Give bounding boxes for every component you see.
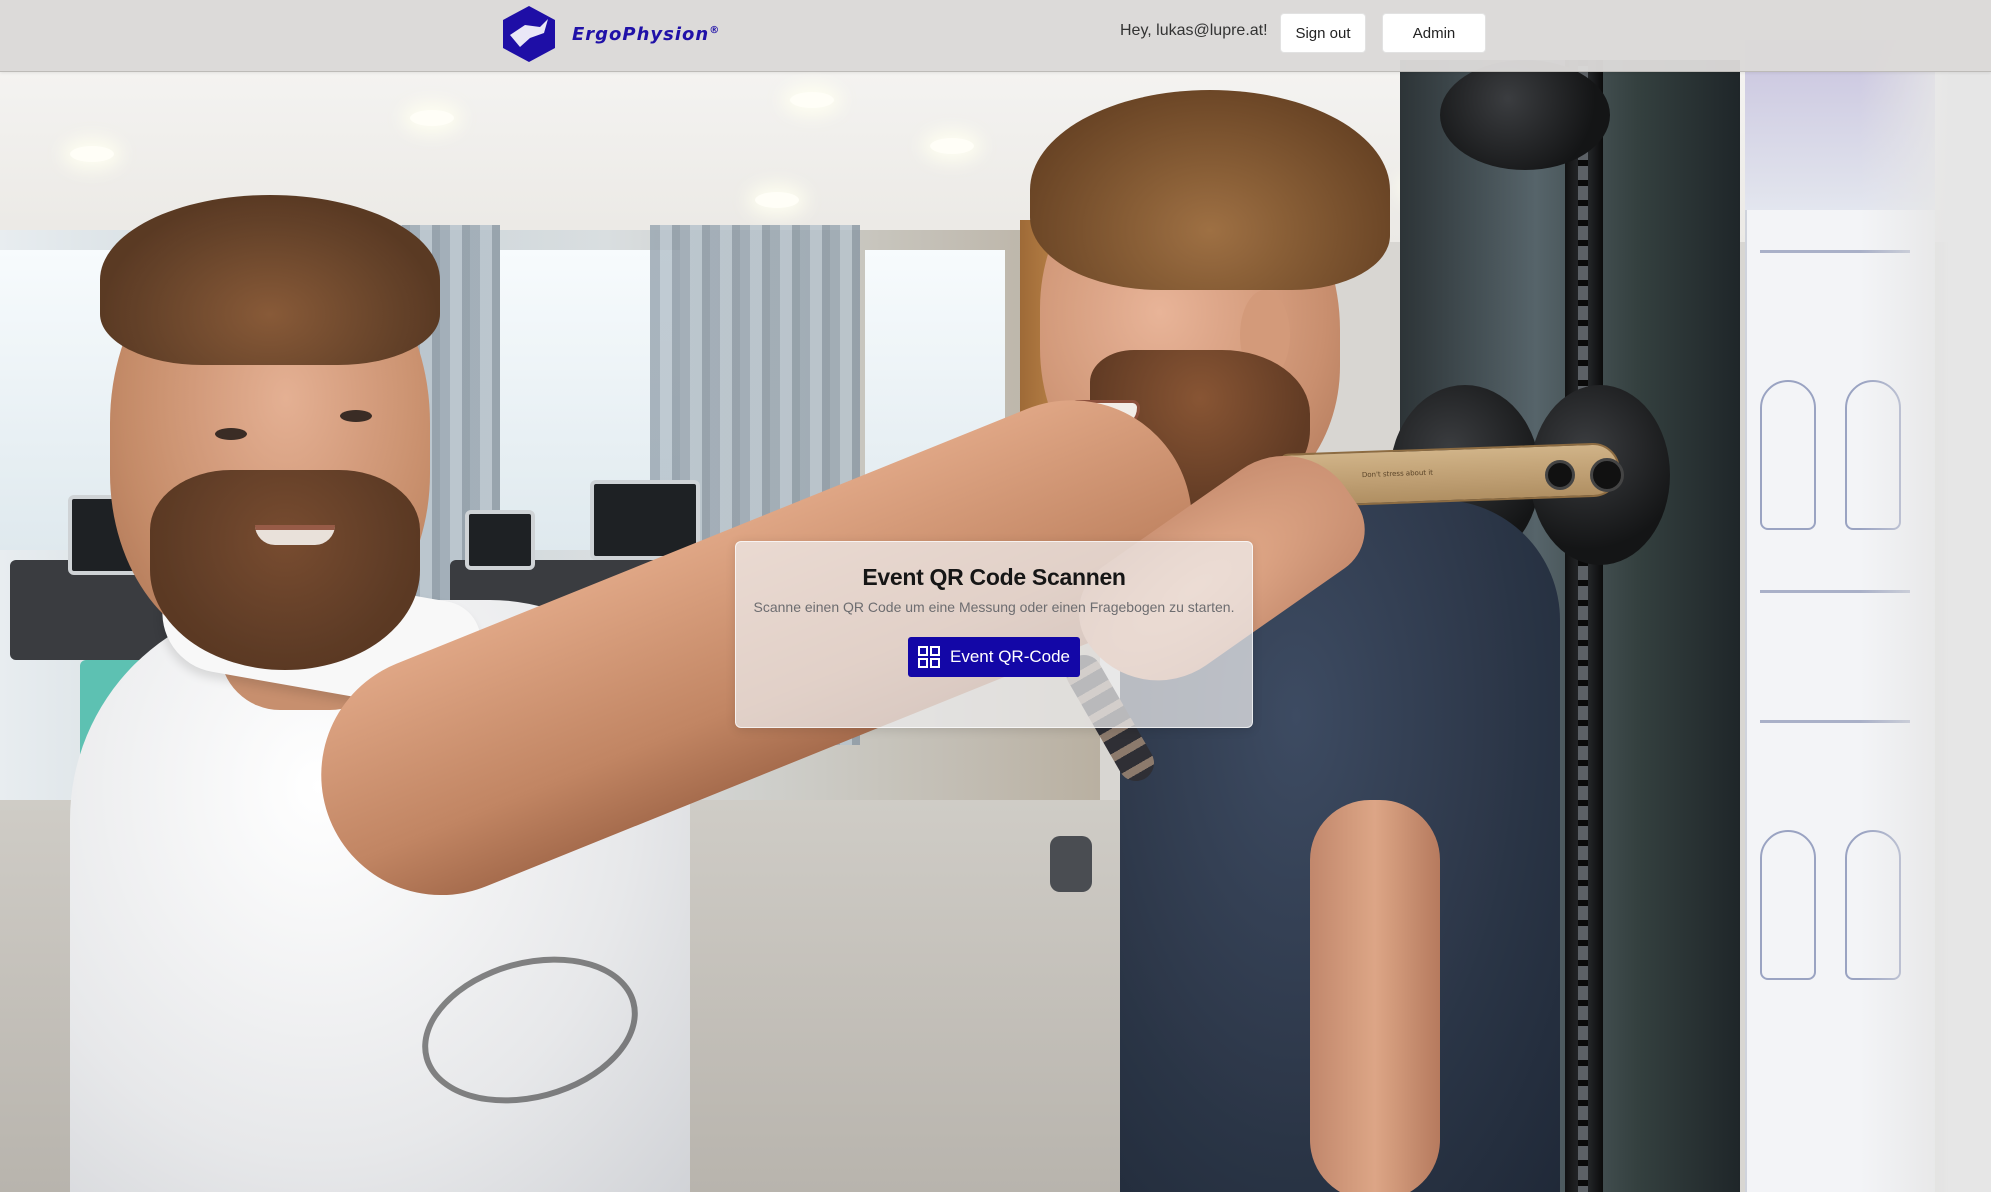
handle-knob [1590,458,1624,492]
handle-engraving: Don't stress about it [1361,468,1434,480]
user-greeting: Hey, lukas@lupre.at! [1120,22,1268,39]
left-person-hair [100,195,440,365]
left-person-beard [150,470,420,670]
event-qr-code-button[interactable]: Event QR-Code [908,637,1080,677]
top-navbar: ErgoPhysion® Hey, lukas@lupre.at! Sign o… [0,0,1991,72]
wrist-watch [1050,836,1092,892]
ceiling-light [755,192,799,208]
left-person-eye [215,428,247,440]
foam-roller [1440,60,1610,170]
sign-out-button[interactable]: Sign out [1280,13,1366,53]
handle-knob [1545,460,1575,490]
poster-figure [1760,380,1816,530]
event-qr-code-button-label: Event QR-Code [950,647,1070,666]
right-person-hair [1030,90,1390,290]
brand-name: ErgoPhysion® [572,23,721,45]
brand-logo[interactable]: ErgoPhysion® [500,5,720,63]
right-edge-fade [1860,0,1991,1192]
ceiling-light [930,138,974,154]
left-person-eye [340,410,372,422]
left-person-smile [255,525,335,545]
brand-hexagon-icon [503,6,555,62]
qr-code-icon [918,646,940,668]
card-subtitle: Scanne einen QR Code um eine Messung ode… [753,599,1235,615]
admin-button[interactable]: Admin [1382,13,1486,53]
ceiling-light [410,110,454,126]
poster-figure [1760,830,1816,980]
card-title: Event QR Code Scannen [862,564,1126,590]
ceiling-light [790,92,834,108]
rack-rail-holes [1578,60,1588,1192]
ceiling-light [70,146,114,162]
right-person-arm [1310,800,1440,1192]
event-qr-card: Event QR Code Scannen Scanne einen QR Co… [735,541,1253,728]
treadmill-console [465,510,535,570]
